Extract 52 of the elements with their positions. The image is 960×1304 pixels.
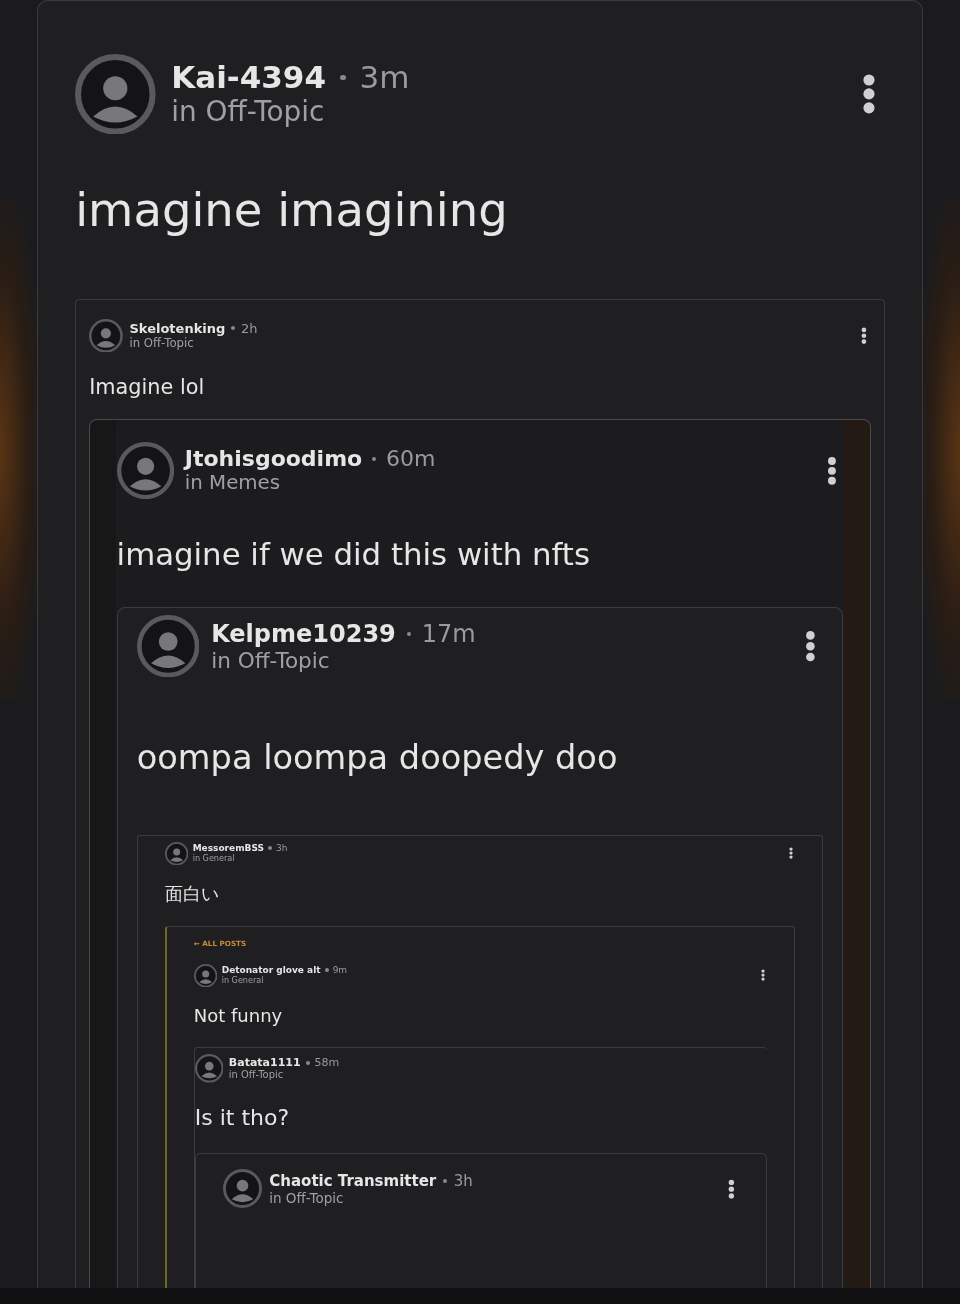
post-text: Is it tho? [194,1104,291,1132]
separator-dot [268,846,272,851]
channel-label[interactable]: in Memes [184,471,816,495]
username[interactable]: Kelpme10239 [211,619,396,648]
more-menu-icon[interactable] [728,1178,735,1199]
username[interactable]: Batata1111 [228,1056,301,1070]
avatar [222,1169,262,1209]
separator-dot [231,326,236,331]
username[interactable]: Kai-4394 [171,59,326,96]
channel-label[interactable]: in Off-Topic [129,335,855,350]
avatar [193,963,218,988]
post-text: 面白い [164,883,220,905]
channel-label[interactable]: in General [221,975,756,986]
post-text: imagine imagining [75,183,509,239]
separator-dot [339,74,346,81]
post-text: Not funny [193,1005,284,1027]
timestamp: 3h [453,1171,473,1190]
username[interactable]: Skelotenking [129,320,226,336]
separator-dot [324,968,329,973]
avatar [164,841,189,866]
username[interactable]: Chaotic Transmitter [269,1171,437,1190]
more-menu-icon[interactable] [826,455,837,486]
more-menu-icon[interactable] [788,847,793,860]
timestamp: 60m [385,446,436,472]
more-menu-icon[interactable] [760,969,765,982]
post-text: oompa loompa doopedy doo [136,737,619,779]
channel-label[interactable]: in Off-Topic [269,1189,721,1206]
timestamp: 9m [332,965,348,976]
separator-dot [372,456,377,461]
channel-label[interactable]: in Off-Topic [228,1069,768,1081]
more-menu-icon[interactable] [861,326,867,345]
avatar [116,441,174,500]
avatar [89,318,123,353]
separator-dot [406,631,411,636]
post-text: Imagine lol [89,375,206,401]
more-menu-icon[interactable] [861,73,876,115]
post-text: imagine if we did this with nfts [116,536,591,573]
separator-dot [442,1178,447,1183]
channel-label[interactable]: in Off-Topic [171,95,847,129]
username[interactable]: Detonator glove alt [221,965,321,976]
avatar [136,615,200,678]
channel-label[interactable]: in General [192,853,784,864]
timestamp: 3h [276,843,288,854]
more-menu-icon[interactable] [805,630,817,663]
timestamp: 58m [314,1056,340,1070]
separator-dot [305,1060,310,1065]
username[interactable]: Jtohisgoodimo [184,446,363,472]
username[interactable]: MessoremBSS [192,843,264,854]
timestamp: 3m [359,59,410,96]
timestamp: 2h [241,320,258,336]
timestamp: 17m [421,619,476,648]
channel-label[interactable]: in Off-Topic [211,647,794,673]
